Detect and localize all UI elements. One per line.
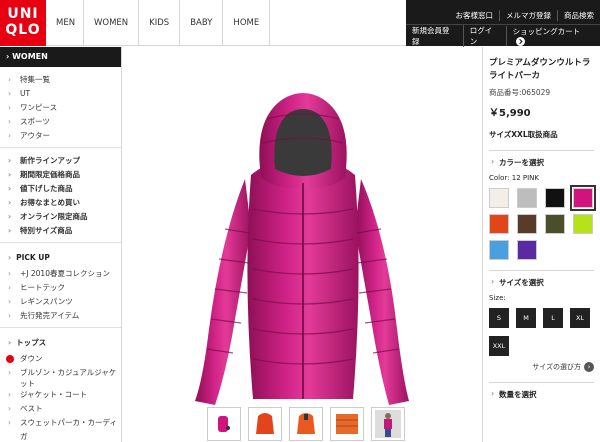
sidebar-group-pickup: PICK UP +J 2010春夏コレクション ヒートテック レギンスパンツ 先… bbox=[0, 243, 121, 328]
thumbnail[interactable] bbox=[330, 407, 364, 441]
product-name: プレミアムダウンウルトラライトパーカ bbox=[489, 58, 591, 81]
color-swatch[interactable] bbox=[489, 214, 509, 234]
color-swatch[interactable] bbox=[489, 240, 509, 260]
sidebar-item[interactable]: ワンピース bbox=[0, 101, 121, 115]
size-section-title: サイズを選択 bbox=[489, 277, 594, 288]
uniqlo-logo[interactable]: UNI QLO bbox=[0, 0, 46, 46]
sidebar-item[interactable]: 先行発売アイテム bbox=[0, 309, 121, 323]
color-swatch[interactable] bbox=[545, 188, 565, 208]
sidebar-item[interactable]: お得なまとめ買い bbox=[0, 196, 121, 210]
main-nav: MEN WOMEN KIDS BABY HOME bbox=[46, 0, 271, 46]
sidebar-item[interactable]: ベスト bbox=[0, 402, 121, 416]
sidebar-group-special: 新作ラインアップ 期間限定価格商品 値下げした商品 お得なまとめ買い オンライン… bbox=[0, 148, 121, 243]
nav-men[interactable]: MEN bbox=[46, 0, 84, 46]
cart-link[interactable]: ショッピングカート bbox=[505, 25, 600, 47]
color-swatch[interactable] bbox=[517, 214, 537, 234]
size-button-m[interactable]: M bbox=[516, 308, 536, 328]
utility-row-top: お客様窓口 メルマガ登録 商品検索 bbox=[450, 5, 600, 25]
sidebar-header[interactable]: › WOMEN bbox=[0, 47, 121, 67]
sidebar-item[interactable]: レギンスパンツ bbox=[0, 295, 121, 309]
color-swatch[interactable] bbox=[489, 188, 509, 208]
size-button-xxl[interactable]: XXL bbox=[489, 336, 509, 356]
selected-color-label: Color: 12 PINK bbox=[489, 174, 539, 182]
color-swatch[interactable] bbox=[517, 240, 537, 260]
login-link[interactable]: ログイン bbox=[462, 25, 506, 47]
product-info-panel: プレミアムダウンウルトラライトパーカ 商品番号:065029 ￥5,990 サイ… bbox=[482, 47, 600, 442]
sidebar-item[interactable]: 特集一覧 bbox=[0, 73, 121, 87]
thumbnail[interactable] bbox=[248, 407, 282, 441]
register-link[interactable]: 新規会員登録 bbox=[406, 25, 463, 47]
sidebar-item[interactable]: ブルゾン・カジュアルジャケット bbox=[0, 366, 121, 388]
sidebar-item[interactable]: UT bbox=[0, 87, 121, 101]
size-button-xl[interactable]: XL bbox=[570, 308, 590, 328]
thumbnail[interactable] bbox=[289, 407, 323, 441]
color-swatch[interactable] bbox=[517, 188, 537, 208]
nav-baby[interactable]: BABY bbox=[180, 0, 224, 46]
size-button-l[interactable]: L bbox=[543, 308, 563, 328]
cart-arrow-icon bbox=[515, 37, 525, 47]
pickup-title: PICK UP bbox=[0, 249, 121, 267]
size-section: サイズを選択 Size: S M L XL XXL サイズの選び方 bbox=[489, 270, 594, 372]
color-section-title: カラーを選択 bbox=[489, 157, 594, 168]
size-availability-note: サイズXXL取扱商品 bbox=[489, 130, 558, 139]
color-swatch[interactable] bbox=[545, 214, 565, 234]
sidebar-item[interactable]: スポーツ bbox=[0, 115, 121, 129]
customer-service-link[interactable]: お客様窓口 bbox=[450, 10, 500, 21]
size-button-s[interactable]: S bbox=[489, 308, 509, 328]
thumbnail[interactable] bbox=[207, 407, 241, 441]
utility-bar: お客様窓口 メルマガ登録 商品検索 新規会員登録 ログイン ショッピングカート bbox=[406, 0, 600, 47]
sidebar-group-tops: トップス ダウン ブルゾン・カジュアルジャケット ジャケット・コート ベスト ス… bbox=[0, 328, 121, 441]
product-image-area bbox=[123, 47, 481, 442]
size-label: Size: bbox=[489, 294, 506, 302]
thumbnail-strip bbox=[207, 407, 405, 441]
cart-label: ショッピングカート bbox=[512, 26, 581, 36]
color-swatch[interactable] bbox=[570, 185, 596, 211]
size-guide-link[interactable]: サイズの選び方 bbox=[489, 362, 594, 372]
logo-line2: QLO bbox=[5, 22, 41, 38]
color-swatch-grid bbox=[489, 185, 596, 260]
quantity-section: 数量を選択 bbox=[489, 382, 594, 400]
sidebar-item[interactable]: 特別サイズ商品 bbox=[0, 224, 121, 238]
utility-row-bottom: 新規会員登録 ログイン ショッピングカート bbox=[406, 25, 600, 47]
thumbnail[interactable] bbox=[371, 407, 405, 441]
sidebar-item[interactable]: アウター bbox=[0, 129, 121, 143]
logo-line1: UNI bbox=[7, 6, 39, 22]
sidebar-group-main: 特集一覧 UT ワンピース スポーツ アウター bbox=[0, 67, 121, 148]
product-jacket-image[interactable] bbox=[183, 79, 423, 419]
sidebar-header-label: WOMEN bbox=[12, 52, 48, 61]
size-button-grid: S M L XL XXL bbox=[489, 308, 594, 356]
product-code: 商品番号:065029 bbox=[489, 88, 551, 97]
nav-home[interactable]: HOME bbox=[223, 0, 271, 46]
sidebar-item[interactable]: ヒートテック bbox=[0, 281, 121, 295]
quantity-section-title: 数量を選択 bbox=[489, 389, 594, 400]
category-sidebar: › WOMEN 特集一覧 UT ワンピース スポーツ アウター 新作ラインアップ… bbox=[0, 47, 122, 442]
product-price: ￥5,990 bbox=[489, 108, 531, 119]
product-search-link[interactable]: 商品検索 bbox=[557, 9, 600, 21]
newsletter-link[interactable]: メルマガ登録 bbox=[499, 9, 557, 21]
sidebar-item[interactable]: 値下げした商品 bbox=[0, 182, 121, 196]
sidebar-item[interactable]: 新作ラインアップ bbox=[0, 154, 121, 168]
nav-women[interactable]: WOMEN bbox=[84, 0, 140, 46]
sidebar-item[interactable]: ジャケット・コート bbox=[0, 388, 121, 402]
sidebar-item-active[interactable]: ダウン bbox=[0, 352, 121, 366]
sidebar-item[interactable]: スウェットパーカ・カーディガ bbox=[0, 416, 121, 441]
sidebar-item[interactable]: オンライン限定商品 bbox=[0, 210, 121, 224]
tops-title: トップス bbox=[0, 334, 121, 352]
sidebar-item[interactable]: 期間限定価格商品 bbox=[0, 168, 121, 182]
color-section: カラーを選択 Color: 12 PINK bbox=[489, 150, 596, 260]
nav-kids[interactable]: KIDS bbox=[139, 0, 181, 46]
site-header: UNI QLO MEN WOMEN KIDS BABY HOME お客様窓口 メ… bbox=[0, 0, 600, 47]
color-swatch[interactable] bbox=[573, 214, 593, 234]
sidebar-item[interactable]: +J 2010春夏コレクション bbox=[0, 267, 121, 281]
